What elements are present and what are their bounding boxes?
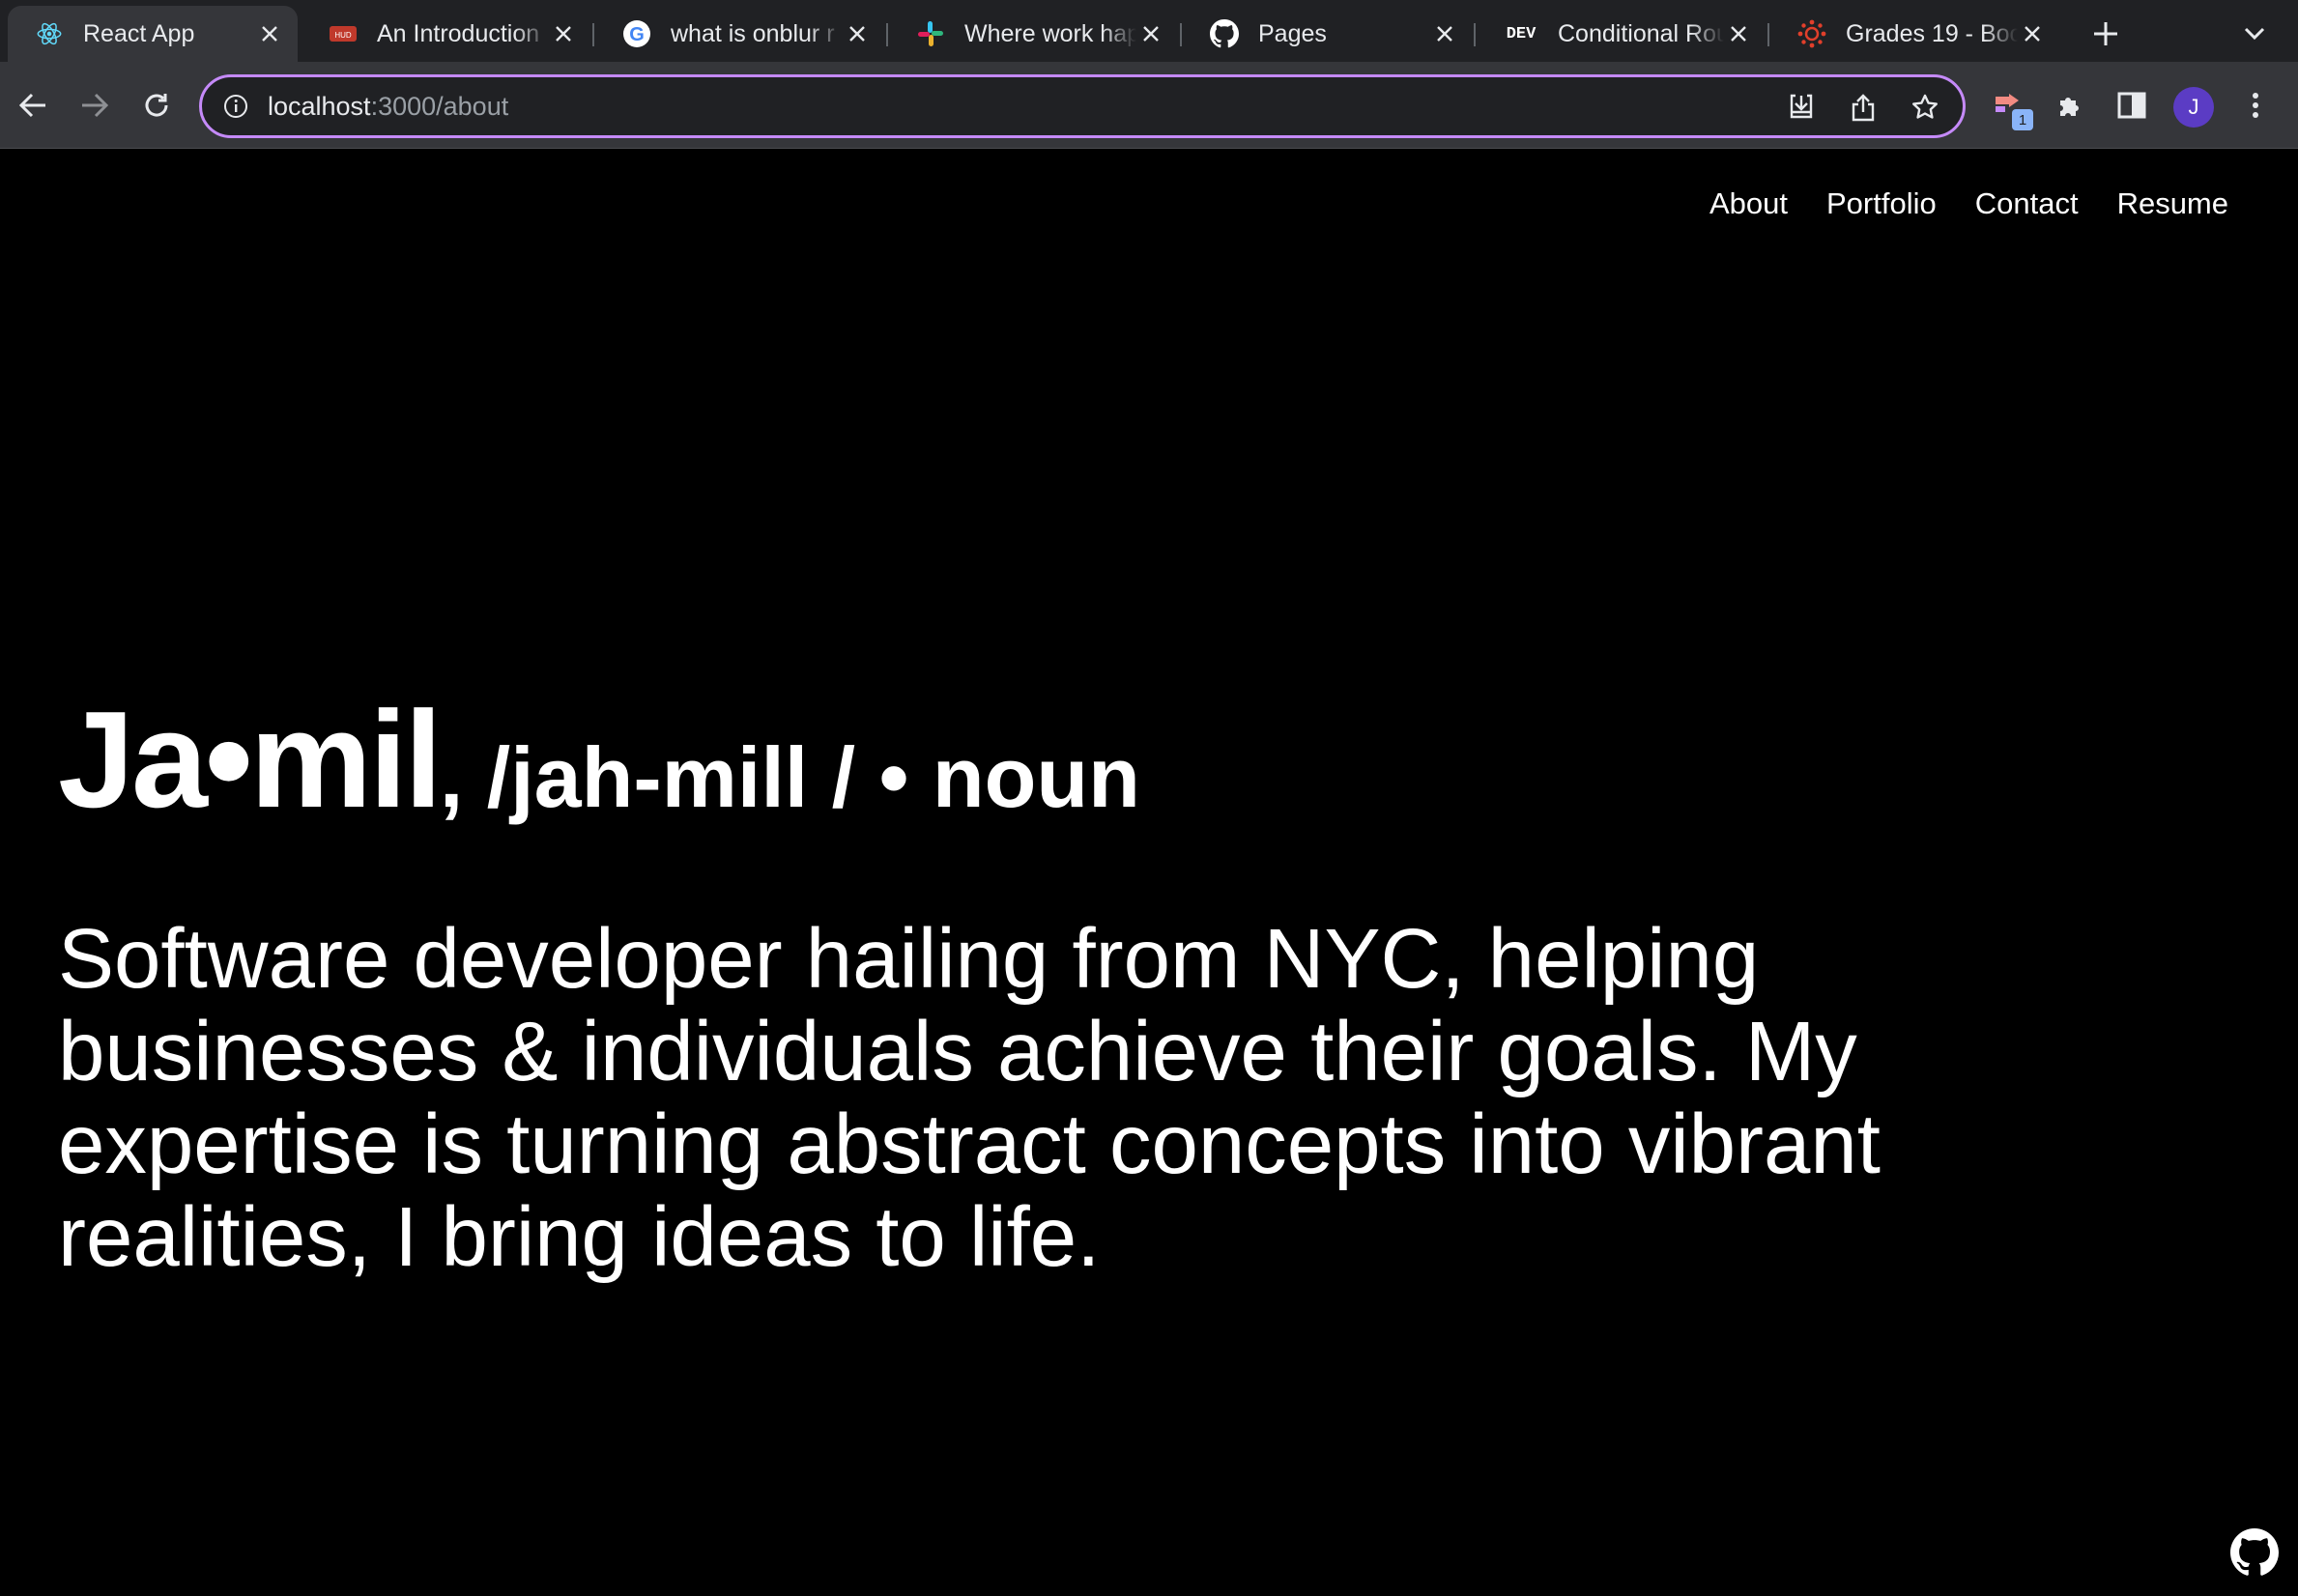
tab-separator bbox=[1767, 23, 1769, 46]
close-icon[interactable] bbox=[1430, 19, 1459, 48]
tab-title: Grades 19 - Boo bbox=[1846, 19, 2018, 47]
url-path: :3000/about bbox=[370, 91, 509, 121]
tab-title: Pages bbox=[1258, 19, 1327, 47]
name-definition: Ja•mil, /jah-mill / • noun bbox=[58, 681, 1140, 840]
github-link-icon[interactable] bbox=[2230, 1528, 2279, 1577]
browser-toolbar: localhost:3000/about 1 J bbox=[0, 62, 2298, 149]
install-app-icon[interactable] bbox=[1785, 91, 1818, 124]
close-icon[interactable] bbox=[1724, 19, 1753, 48]
share-icon[interactable] bbox=[1847, 91, 1880, 124]
nav-resume-link[interactable]: Resume bbox=[2117, 186, 2228, 221]
google-icon: G bbox=[622, 19, 651, 48]
reload-button[interactable] bbox=[137, 86, 176, 125]
profile-avatar[interactable]: J bbox=[2173, 87, 2214, 128]
tab-google-search[interactable]: G what is onblur r bbox=[595, 6, 885, 62]
extension-badge: 1 bbox=[2012, 109, 2033, 130]
site-nav: About Portfolio Contact Resume bbox=[1709, 186, 2228, 221]
hud-icon: HUD bbox=[329, 19, 358, 48]
page-content: About Portfolio Contact Resume Ja•mil, /… bbox=[0, 150, 2298, 1596]
nav-portfolio-link[interactable]: Portfolio bbox=[1826, 186, 1937, 221]
profile-initial: J bbox=[2188, 95, 2199, 119]
slack-icon bbox=[916, 19, 945, 48]
close-icon[interactable] bbox=[549, 19, 578, 48]
bookmark-star-icon[interactable] bbox=[1909, 91, 1941, 124]
back-button[interactable] bbox=[14, 86, 52, 125]
side-panel-icon[interactable] bbox=[2112, 86, 2151, 125]
tab-separator bbox=[1180, 23, 1182, 46]
dev-icon-text: DEV bbox=[1506, 24, 1537, 43]
github-icon bbox=[1210, 19, 1239, 48]
tab-slack[interactable]: Where work hap bbox=[889, 6, 1179, 62]
tab-title: Conditional Rou bbox=[1558, 19, 1724, 47]
url-host: localhost bbox=[268, 91, 371, 121]
url-text[interactable]: localhost:3000/about bbox=[268, 92, 508, 122]
tab-title: React App bbox=[83, 19, 195, 47]
close-icon[interactable] bbox=[255, 19, 284, 48]
tab-canvas-grades[interactable]: Grades 19 - Boo bbox=[1770, 6, 2060, 62]
tab-title: Where work hap bbox=[964, 19, 1136, 47]
bio-paragraph: Software developer hailing from NYC, hel… bbox=[58, 912, 1881, 1284]
svg-text:HUD: HUD bbox=[334, 31, 352, 40]
tab-title: An Introduction bbox=[377, 19, 540, 47]
kebab-menu-icon[interactable] bbox=[2236, 86, 2275, 125]
tab-separator bbox=[1474, 23, 1476, 46]
extension-icon[interactable]: 1 bbox=[1991, 86, 2033, 130]
puzzle-extensions-icon[interactable] bbox=[2051, 86, 2089, 125]
tab-dev-conditional[interactable]: DEV Conditional Rou bbox=[1477, 6, 1767, 62]
tab-introduction[interactable]: HUD An Introduction bbox=[302, 6, 591, 62]
tab-separator bbox=[592, 23, 594, 46]
new-tab-button[interactable] bbox=[2087, 15, 2124, 52]
tab-github-pages[interactable]: Pages bbox=[1183, 6, 1473, 62]
nav-about-link[interactable]: About bbox=[1709, 186, 1788, 221]
canvas-icon bbox=[1797, 19, 1826, 48]
tab-react-app[interactable]: React App bbox=[8, 6, 298, 62]
tab-separator bbox=[886, 23, 888, 46]
name-pronunciation: , /jah-mill / • noun bbox=[439, 729, 1140, 825]
nav-contact-link[interactable]: Contact bbox=[1975, 186, 2079, 221]
tab-strip: React App HUD An Introduction G what is … bbox=[0, 0, 2298, 68]
dev-icon: DEV bbox=[1504, 19, 1538, 48]
forward-button[interactable] bbox=[75, 86, 114, 125]
tab-title: what is onblur r bbox=[671, 19, 835, 47]
site-info-icon[interactable] bbox=[221, 92, 250, 121]
close-icon[interactable] bbox=[843, 19, 872, 48]
close-icon[interactable] bbox=[1136, 19, 1165, 48]
tab-search-chevron-icon[interactable] bbox=[2238, 17, 2271, 50]
name-word: Ja•mil bbox=[58, 683, 443, 837]
svg-text:G: G bbox=[629, 24, 645, 45]
address-bar[interactable]: localhost:3000/about bbox=[199, 74, 1966, 138]
react-icon bbox=[35, 19, 64, 48]
close-icon[interactable] bbox=[2018, 19, 2047, 48]
